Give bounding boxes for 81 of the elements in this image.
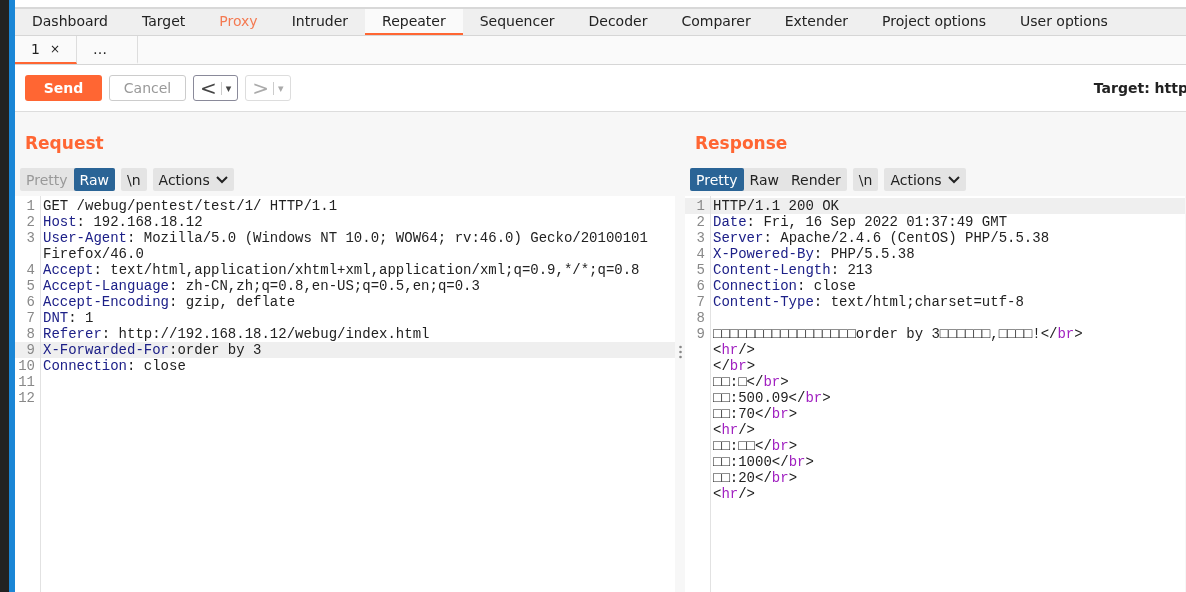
line-number: 6 [695,278,706,294]
editor-area[interactable] [15,196,675,592]
chevron-down-icon [947,175,960,184]
line-number: 11 [17,374,36,390]
main-tab[interactable]: Comparer [664,9,768,35]
back-button[interactable]: < ▾ [193,75,239,101]
line-number: 9 [695,326,706,344]
code-line: □□:1000</br> [713,454,815,470]
actions-menu-button[interactable]: Actions [152,168,234,191]
code-line: HTTP/1.1 200 OK [713,198,840,214]
main-tab[interactable]: Project options [865,9,1003,35]
chevron-down-icon [215,175,228,184]
code-line: X-Powered-By: PHP/5.5.38 [713,246,915,262]
line-number: 3 [25,230,36,248]
code-line: GET /webug/pentest/test/1/ HTTP/1.1 [43,198,338,214]
line-number: 9 [25,342,36,358]
code-line: Server: Apache/2.4.6 (CentOS) PHP/5.5.38 [713,230,1050,246]
line-number: 6 [25,294,36,310]
main-tab[interactable]: Intruder [274,9,366,35]
code-line: Accept-Language: zh-CN,zh;q=0.8,en-US;q=0.5,en;q=0.3 [43,278,480,294]
code-line: □□:70</br> [713,406,799,422]
line-number: 7 [25,310,36,326]
panel-title: Request [25,133,104,153]
panel-title: Response [695,133,788,153]
code-line: Date: Fri, 16 Sep 2022 01:37:49 GMT [713,214,1008,230]
code-line: □□:□□</br> [713,438,799,454]
view-tab[interactable]: Pretty [690,168,744,191]
line-number: 8 [25,326,36,342]
code-line: Accept-Encoding: gzip, deflate [43,294,296,310]
code-line: Referer: http://192.168.18.12/webug/index.html [43,326,430,342]
line-number: 8 [695,310,706,326]
actions-menu-button[interactable]: Actions [884,168,966,191]
line-number: 1 [695,198,706,214]
tab-label: 1 [31,41,40,57]
code-line: </br> [713,358,757,374]
line-number: 3 [695,230,706,246]
request-tab[interactable]: … [77,36,138,64]
main-tab[interactable]: Decoder [571,9,665,35]
request-tab[interactable]: 1 × [15,36,77,64]
main-tab[interactable]: Dashboard [15,9,125,35]
code-line: Host: 192.168.18.12 [43,214,203,230]
view-tab[interactable]: Render [785,168,847,191]
code-line: X-Forwarded-For:order by 3 [43,342,262,358]
main-tab[interactable]: Repeater [365,9,463,35]
code-line: □□□□□□□□□□□□□□□□□order by 3□□□□□□,□□□□!</br> [713,326,1083,342]
line-number: 12 [17,390,36,406]
main-tab[interactable]: Extender [767,9,866,35]
newline-toggle[interactable]: \n [121,168,147,191]
line-number: 4 [25,262,36,278]
code-line: <hr/> [713,486,757,502]
main-tab[interactable]: Sequencer [462,9,572,35]
tab-label: … [93,41,107,57]
code-line: Firefox/46.0 [43,246,145,262]
view-tab[interactable]: Raw [73,168,115,191]
line-number: 5 [25,278,36,294]
code-line: DNT: 1 [43,310,94,326]
newline-toggle[interactable]: \n [852,168,879,191]
main-tab[interactable]: User options [1003,9,1125,35]
close-icon[interactable]: × [49,42,60,56]
editor-area[interactable] [685,196,1185,592]
drag-handle-icon[interactable] [678,345,682,359]
line-number: 2 [25,214,36,230]
view-tab[interactable]: Raw [743,168,785,191]
code-line: □□:□</br> [713,374,790,390]
code-line: Content-Type: text/html;charset=utf-8 [713,294,1024,310]
line-number: 5 [695,262,706,278]
code-line: Connection: close [43,358,186,374]
line-number: 10 [17,358,36,374]
code-line: Accept: text/html,application/xhtml+xml,application/xml;q=0.9,*/*;q=0.8 [43,262,640,278]
code-line: □□:500.09</br> [713,390,832,406]
code-line: <hr/> [713,422,757,438]
line-number: 2 [695,214,706,230]
line-number: 7 [695,294,706,310]
code-line: <hr/> [713,342,757,358]
line-number: 4 [695,246,706,262]
main-tab[interactable]: Target [124,9,203,35]
line-number: 1 [25,198,36,214]
code-line: Content-Length: 213 [713,262,873,278]
code-line: User-Agent: Mozilla/5.0 (Windows NT 10.0; WOW64; rv:46.0) Gecko/20100101 [43,230,648,246]
code-line: □□:20</br> [713,470,799,486]
code-line: Connection: close [713,278,856,294]
